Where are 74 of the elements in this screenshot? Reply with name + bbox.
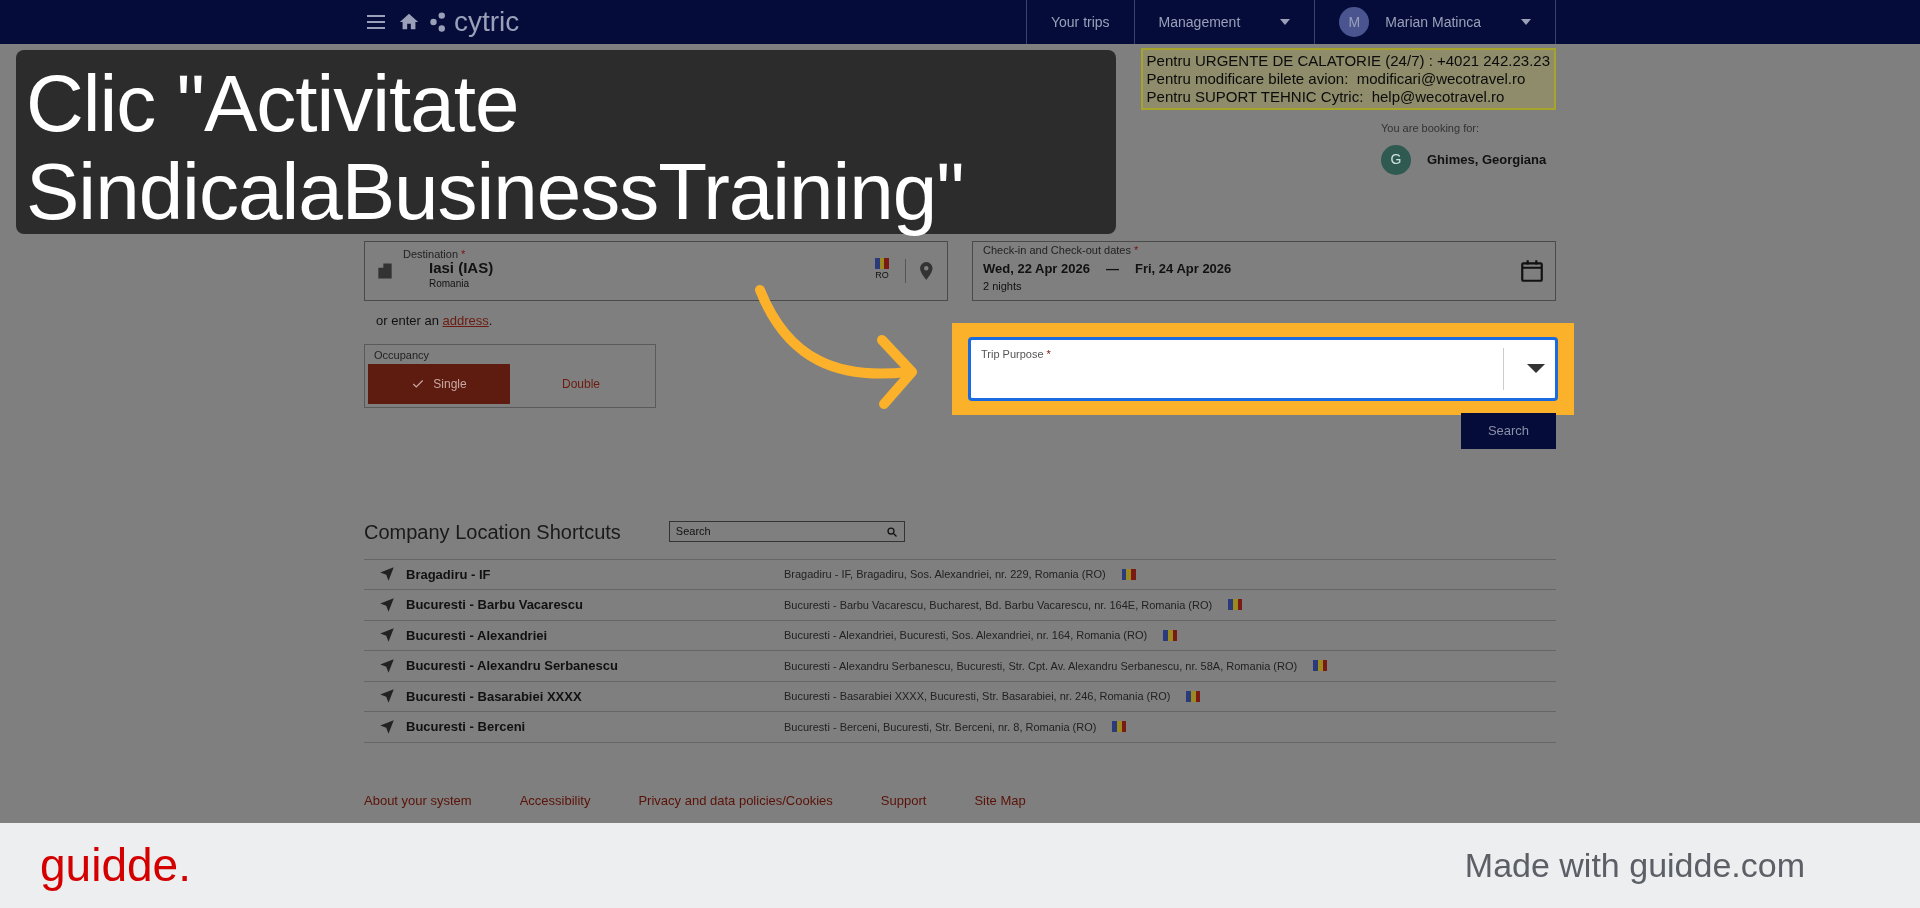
destination-value: Iasi (IAS) (429, 260, 495, 277)
logo[interactable]: cytric (428, 1, 520, 43)
field-label: Check-in and Check-out dates * (983, 243, 1140, 259)
table-row[interactable]: Bragadiru - IF Bragadiru - IF, Bragadiru, Sos. Alexandriei, nr. 229, Romania (RO) (364, 558, 1556, 589)
location-address: Bucuresti - Barbu Vacarescu, Bucharest, Bd. Barbu Vacarescu, nr. 164E, Romania (RO) (784, 597, 1213, 613)
country-name: Romania (429, 277, 471, 292)
traveller-name: Ghimes, Georgiana (1427, 150, 1547, 169)
date-separator: — (1105, 259, 1119, 278)
section-title: Company Location Shortcuts (364, 519, 621, 545)
flag-icon (1163, 629, 1178, 641)
location-name: Bucuresti - Alexandru Serbanescu (406, 657, 619, 675)
dropdown-caret-icon[interactable] (1503, 347, 1545, 390)
occupancy-label: Occupancy (374, 348, 431, 363)
user-menu[interactable]: M Marian Matinca (1314, 0, 1556, 44)
field-label: Destination * (403, 246, 467, 262)
search-field[interactable]: Search (668, 521, 905, 542)
brand-note: Made with guidde.com (1464, 845, 1806, 886)
flag-icon (1121, 568, 1136, 580)
location-address: Bucuresti - Alexandru Serbanescu, Bucuresti, Str. Cpt. Av. Alexandru Serbanescu, nr. 58A, Romania (RO) (784, 658, 1298, 674)
location-address: Bucuresti - Alexandriei, Bucuresti, Sos. Alexandriei, nr. 164, Romania (RO) (784, 628, 1148, 643)
location-name: Bucuresti - Basarabiei XXXX (406, 687, 583, 706)
avatar: G (1381, 144, 1411, 175)
avatar: M (1339, 7, 1370, 37)
booking-for-label: You are booking for: (1381, 121, 1481, 136)
flag-icon (875, 258, 889, 270)
footer-link[interactable]: Site Map (974, 790, 1026, 810)
location-name: Bragadiru - IF (406, 565, 492, 584)
check-in-date: Wed, 22 Apr 2026 (983, 259, 1090, 278)
navigation-arrow-icon (378, 595, 396, 614)
trip-purpose-select[interactable]: Trip Purpose * (968, 336, 1558, 401)
nav-link[interactable]: Your trips (1025, 0, 1134, 44)
user-name: Marian Matinca (1385, 12, 1481, 32)
dates-field[interactable]: Check-in and Check-out dates * Wed, 22 Apr 2026 — Fri, 24 Apr 2026 2 nights (972, 240, 1556, 301)
location-address: Bragadiru - IF, Bragadiru, Sos. Alexandriei, nr. 229, Romania (RO) (784, 567, 1106, 582)
field-label: Trip Purpose * (981, 346, 1052, 362)
location-address: Bucuresti - Berceni, Bucuresti, Str. Berceni, nr. 8, Romania (RO) (784, 719, 1097, 735)
check-out-date: Fri, 24 Apr 2026 (1134, 259, 1232, 278)
nights-count: 2 nights (983, 279, 1023, 295)
occupancy-option[interactable]: Double (510, 363, 652, 404)
flag-icon (1228, 599, 1243, 611)
table-row[interactable]: Bucuresti - Berceni Bucuresti - Berceni, Bucuresti, Str. Berceni, nr. 8, Romania (RO) (364, 711, 1556, 742)
navigation-arrow-icon (378, 626, 396, 645)
table-row[interactable]: Bucuresti - Barbu Vacarescu Bucuresti - Barbu Vacarescu, Bucharest, Bd. Barbu Vacarescu, nr. 164E, Romania (RO) (364, 589, 1556, 620)
flag-icon (1313, 660, 1328, 672)
contact-info: Pentru URGENTE DE CALATORIE (24/7) : +4021 242.23.23 Pentru modificare bilete avion: modificari@wecotravel.ro Pentru SUPORT TEHNIC Cytric: help@wecotravel.ro (1140, 48, 1556, 110)
tutorial-caption: Clic "Activitate SindicalaBusinessTraining" (16, 50, 1116, 234)
address-hint: or enter an address. (376, 311, 494, 330)
destination-field[interactable]: Destination * Iasi (IAS) Romania RO (364, 240, 948, 301)
footer-link[interactable]: Privacy and data policies/Cookies (638, 790, 833, 810)
location-address: Bucuresti - Basarabiei XXXX, Bucuresti, Str. Basarabiei, nr. 246, Romania (RO) (784, 689, 1171, 704)
flag-icon (1186, 690, 1201, 702)
table-row[interactable]: Bucuresti - Alexandriei Bucuresti - Alexandriei, Bucuresti, Sos. Alexandriei, nr. 164, Romania (RO) (364, 619, 1556, 650)
occupancy-option[interactable]: Single (368, 363, 510, 404)
footer-link[interactable]: About your system (364, 790, 472, 810)
navigation-arrow-icon (378, 687, 396, 706)
country-code: RO (875, 269, 889, 283)
search-button[interactable]: Search (1461, 412, 1556, 449)
brand-logo: guidde. (40, 838, 191, 893)
footer-link[interactable]: Support (880, 790, 927, 810)
location-name: Bucuresti - Berceni (406, 718, 527, 736)
search-icon (885, 525, 898, 538)
location-name: Bucuresti - Barbu Vacarescu (406, 596, 585, 614)
calendar-icon[interactable] (1519, 257, 1545, 284)
location-name: Bucuresti - Alexandriei (406, 626, 549, 645)
navigation-arrow-icon (378, 717, 396, 736)
navigation-arrow-icon (378, 656, 396, 675)
logo-text: cytric (454, 5, 520, 39)
footer-link[interactable]: Accessibility (519, 790, 591, 810)
flag-icon (1112, 721, 1127, 733)
address-link[interactable]: address (442, 312, 489, 328)
table-row[interactable]: Bucuresti - Basarabiei XXXX Bucuresti - Basarabiei XXXX, Bucuresti, Str. Basarabiei, nr. 246, Romania (RO) (364, 680, 1556, 711)
nav-link[interactable]: Management (1133, 0, 1315, 44)
navigation-arrow-icon (378, 565, 396, 584)
table-row[interactable]: Bucuresti - Alexandru Serbanescu Bucuresti - Alexandru Serbanescu, Bucuresti, Str. Cpt. Av. Alexandru Serbanescu, nr. 58A, Romania (RO) (364, 650, 1556, 681)
